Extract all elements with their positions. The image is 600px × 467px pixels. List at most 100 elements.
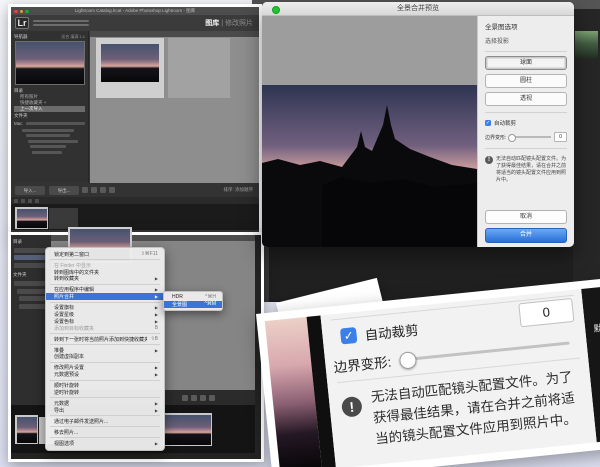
menu-separator — [50, 397, 160, 399]
boundary-warp-value[interactable]: 0 — [554, 132, 567, 142]
filmstrip-thumbnail[interactable] — [49, 208, 78, 229]
photo-thumbnail — [16, 416, 37, 443]
folder-tree-row[interactable] — [30, 145, 66, 148]
minimize-traffic-light-icon[interactable] — [19, 9, 23, 13]
divider — [485, 112, 567, 113]
volume-name: Mac — [14, 121, 23, 126]
rotate-left-icon[interactable] — [182, 394, 188, 401]
catalog-header[interactable]: 目录 — [13, 238, 49, 245]
close-traffic-light-icon[interactable] — [14, 9, 18, 13]
menu-item-add-to-quick-collection-and-next[interactable]: 转到下一张时将当前照片添加到快捷收藏夹 ⇧B — [46, 336, 164, 343]
spherical-button[interactable]: 球面 — [485, 56, 567, 70]
photo-merge-submenu: HDR ^⌘H 全景图 ^⌘M — [163, 291, 223, 311]
go-back-icon[interactable] — [28, 198, 32, 203]
panorama-preview-area — [262, 16, 477, 247]
submenu-arrow-icon: ▶ — [154, 276, 158, 282]
library-filter-bar[interactable] — [90, 31, 259, 37]
folder-tree-row[interactable] — [28, 139, 78, 143]
star-icon[interactable] — [209, 394, 215, 401]
navigator-header[interactable]: 导航器 适合 填满 1:1 — [14, 33, 85, 40]
grid-cell[interactable] — [168, 38, 230, 98]
menu-item-export[interactable]: 导出 ▶ — [46, 407, 164, 414]
boundary-warp-slider[interactable] — [398, 340, 570, 370]
module-divider: | — [221, 20, 224, 27]
develop-right-panel — [573, 9, 600, 302]
dialog-title: 全景合并预览 — [397, 5, 439, 12]
filmstrip-thumbnail[interactable] — [15, 415, 38, 444]
merge-button[interactable]: 合并 — [485, 228, 567, 243]
menu-separator — [50, 333, 160, 335]
checkbox-checked-icon[interactable]: ✓ — [339, 326, 358, 345]
checkbox-checked-icon[interactable]: ✓ — [485, 120, 491, 126]
cylindrical-button[interactable]: 圆柱 — [485, 74, 567, 88]
warning-text: 无法自动匹配镜头配置文件。为了获得最佳结果，请在合并之前将适当的镜头配置文件应用… — [496, 156, 567, 183]
go-forward-icon[interactable] — [35, 198, 39, 203]
auto-crop-row[interactable]: ✓ 自动裁剪 — [485, 119, 567, 127]
folders-header[interactable]: 文件夹 — [13, 272, 49, 279]
divider — [485, 51, 567, 52]
compare-view-icon[interactable] — [100, 187, 106, 193]
menu-item-photo-merge[interactable]: 照片合并 ▶ — [46, 293, 164, 300]
grid-view — [90, 31, 259, 183]
folders-header[interactable]: 文件夹 — [14, 112, 85, 119]
folder-tree-row[interactable] — [22, 128, 74, 132]
flag-icon[interactable] — [200, 394, 206, 401]
rotate-right-icon[interactable] — [191, 394, 197, 401]
merge-options-panel: 全景图选项 选择投影 球面 圆柱 透视 ✓ 自动裁剪 边界变形: 0 ! 无法自… — [477, 16, 574, 247]
submenu-item-panorama[interactable]: 全景图 ^⌘M — [164, 300, 222, 308]
navigator-zoom-options[interactable]: 适合 填满 1:1 — [61, 34, 85, 40]
second-window-icon[interactable] — [21, 198, 25, 203]
loupe-view-icon[interactable] — [91, 187, 97, 193]
slider-knob[interactable] — [508, 133, 517, 142]
menu-item-create-virtual-copy[interactable]: 创建虚拟副本 — [46, 354, 164, 360]
zoom-traffic-light-icon[interactable] — [25, 9, 29, 13]
slider-knob[interactable] — [398, 350, 417, 370]
submenu-arrow-icon: ▶ — [154, 287, 158, 293]
library-left-panel: 导航器 适合 填满 1:1 目录 所有照片 快捷收藏夹 + 上一次导入 文件夹 … — [11, 31, 89, 183]
catalog-header[interactable]: 目录 — [14, 87, 85, 94]
boundary-warp-label: 边界变形: — [485, 134, 507, 141]
window-titlebar[interactable]: Lightroom Catalog.lrcat - Adobe Photosho… — [11, 7, 259, 15]
boundary-warp-value[interactable]: 0 — [518, 297, 575, 328]
main-window-icon[interactable] — [14, 198, 18, 203]
panel-row[interactable] — [19, 303, 48, 309]
grid-cell-selected[interactable] — [96, 38, 164, 98]
library-toolbar: 导入... 导出... 排序: 添加顺序 — [11, 183, 259, 197]
menu-item-go-to-collection[interactable]: 转到收藏夹 ▶ — [46, 276, 164, 282]
export-button[interactable]: 导出... — [49, 185, 79, 195]
panel-row-selected[interactable] — [14, 255, 48, 260]
photo-thumbnail — [101, 44, 159, 82]
folder-tree-row[interactable] — [26, 134, 70, 137]
survey-view-icon[interactable] — [109, 187, 115, 193]
perspective-button[interactable]: 透视 — [485, 92, 567, 106]
panel-row[interactable] — [14, 281, 48, 286]
menu-item-email-photo[interactable]: 通过电子邮件发送照片... — [46, 418, 164, 425]
grid-view-icon[interactable] — [82, 187, 88, 193]
panel-row[interactable] — [17, 288, 48, 294]
menu-item-remove-photo[interactable]: 移去照片... — [46, 429, 164, 436]
panel-row[interactable] — [19, 296, 48, 301]
menu-item-lock-second-window[interactable]: 锁定到第二窗口 ⇧⌘F11 — [46, 251, 164, 258]
filmstrip-thumbnail[interactable] — [163, 413, 212, 446]
menu-item-view-options[interactable]: 视图选项 ▶ — [46, 440, 164, 447]
panel-row[interactable] — [14, 247, 48, 253]
panel-row[interactable] — [14, 262, 48, 268]
filmstrip-thumbnail-selected[interactable] — [15, 207, 48, 229]
sort-label[interactable]: 排序: 添加顺序 — [224, 187, 254, 193]
module-develop[interactable]: 修改照片 — [225, 20, 253, 27]
menu-separator — [50, 437, 160, 439]
submenu-arrow-icon: ▶ — [154, 312, 158, 318]
zoom-traffic-light-icon[interactable] — [272, 6, 280, 14]
boundary-warp-slider[interactable] — [508, 133, 551, 142]
menu-item-metadata-presets[interactable]: 元数据预设 ▶ — [46, 371, 164, 378]
auto-crop-row[interactable]: ✓ 自动裁剪 — [339, 319, 420, 347]
dialog-titlebar[interactable]: 全景合并预览 — [262, 2, 574, 16]
menu-item-rotate-counterclockwise[interactable]: 逆时针旋转 — [46, 389, 164, 396]
folder-tree-row[interactable] — [32, 150, 62, 154]
projection-label: 选择投影 — [485, 39, 510, 45]
import-button[interactable]: 导入... — [15, 185, 45, 195]
volume-row[interactable]: Mac — [14, 121, 85, 126]
histogram — [575, 31, 598, 59]
cancel-button[interactable]: 取消 — [485, 210, 567, 224]
module-library[interactable]: 图库 — [205, 20, 219, 27]
